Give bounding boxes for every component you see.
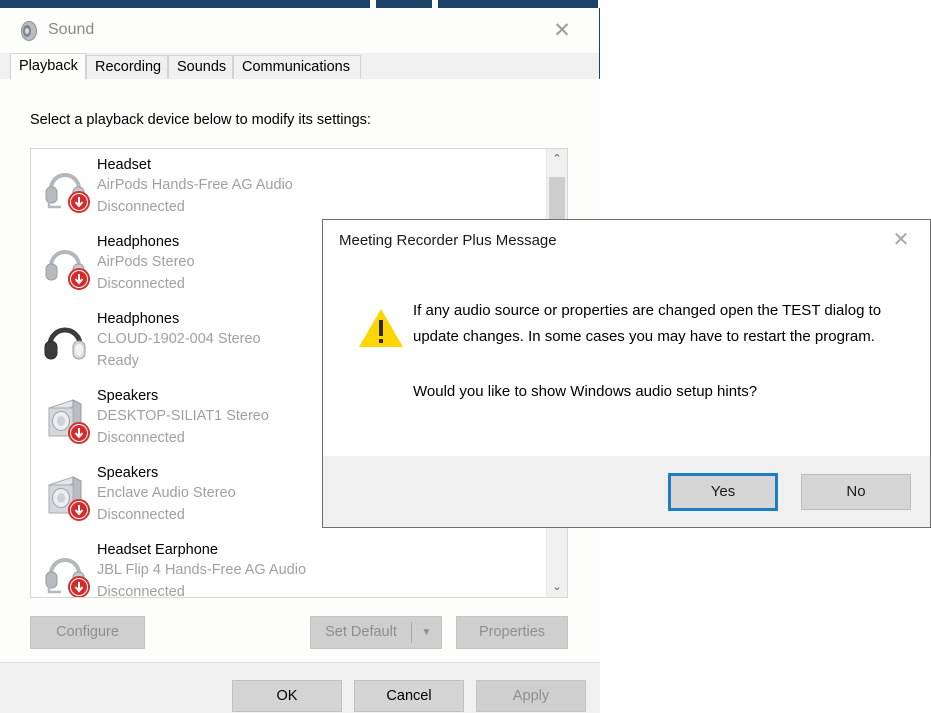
yes-button[interactable]: Yes: [668, 473, 778, 511]
device-description: AirPods Stereo: [97, 254, 195, 270]
message-dialog: Meeting Recorder Plus Message ✕ If any a…: [322, 219, 931, 528]
message-dialog-footer: Yes No: [323, 456, 930, 527]
device-status: Disconnected: [97, 507, 185, 523]
set-default-split-button[interactable]: Set Default ▼: [310, 616, 442, 649]
ok-button[interactable]: OK: [232, 680, 342, 712]
device-status: Disconnected: [97, 276, 185, 292]
message-paragraph-1: If any audio source or properties are ch…: [413, 302, 882, 345]
scroll-down-icon[interactable]: ⌄: [547, 577, 567, 597]
device-description: JBL Flip 4 Hands-Free AG Audio: [97, 562, 307, 578]
sound-titlebar: Sound ✕: [0, 8, 599, 53]
set-default-button[interactable]: Set Default: [311, 617, 411, 648]
device-description: Enclave Audio Stereo: [97, 485, 236, 501]
background-window-gap: [432, 0, 438, 8]
device-name: Headset Earphone: [97, 542, 218, 558]
configure-button[interactable]: Configure: [30, 616, 145, 649]
device-name: Speakers: [97, 388, 159, 404]
background-window-gap: [370, 0, 376, 8]
message-dialog-title: Meeting Recorder Plus Message: [339, 232, 557, 249]
scrollbar-thumb[interactable]: [549, 177, 565, 225]
warning-triangle-icon: [359, 309, 403, 347]
apply-button[interactable]: Apply: [476, 680, 586, 712]
background-window-titlebar: [0, 0, 598, 8]
no-button[interactable]: No: [801, 474, 911, 510]
tab-playback[interactable]: Playback: [10, 53, 86, 80]
device-name: Headphones: [97, 311, 180, 327]
headphones-disconnected-icon: [45, 250, 90, 290]
headphones-ready-icon: [44, 327, 86, 360]
screen: Sound ✕ Playback Recording Sounds Commun…: [0, 0, 931, 713]
properties-button[interactable]: Properties: [456, 616, 568, 649]
headset-disconnected-icon: [45, 558, 90, 597]
tab-recording[interactable]: Recording: [86, 55, 168, 79]
sound-dialog-footer: OK Cancel Apply: [0, 662, 600, 713]
list-item[interactable]: Headset Earphone JBL Flip 4 Hands-Free A…: [31, 540, 541, 598]
close-icon[interactable]: ✕: [882, 226, 920, 254]
device-description: DESKTOP-SILIAT1 Stereo: [97, 408, 269, 424]
speakers-disconnected-icon: [47, 399, 90, 444]
device-name: Headset: [97, 157, 152, 173]
tab-sounds[interactable]: Sounds: [168, 55, 233, 79]
headset-disconnected-icon: [45, 173, 90, 213]
device-description: CLOUD-1902-004 Stereo: [97, 331, 261, 347]
device-description: AirPods Hands-Free AG Audio: [97, 177, 293, 193]
scroll-up-icon[interactable]: ⌃: [547, 149, 567, 169]
speakers-disconnected-icon: [47, 476, 90, 521]
device-name: Headphones: [97, 234, 180, 250]
device-status: Disconnected: [97, 430, 185, 446]
device-status: Ready: [97, 353, 139, 369]
message-dialog-titlebar: Meeting Recorder Plus Message ✕: [323, 220, 930, 262]
message-paragraph-2: Would you like to show Windows audio set…: [413, 383, 758, 400]
tab-bar: Playback Recording Sounds Communications: [0, 53, 599, 80]
instruction-label: Select a playback device below to modify…: [30, 112, 371, 128]
device-status: Disconnected: [97, 199, 185, 215]
window-title: Sound: [48, 21, 95, 38]
close-icon[interactable]: ✕: [547, 18, 577, 44]
device-status: Disconnected: [97, 584, 185, 598]
chevron-down-icon[interactable]: ▼: [412, 617, 441, 648]
message-dialog-body: If any audio source or properties are ch…: [323, 262, 930, 456]
tab-communications[interactable]: Communications: [233, 55, 361, 79]
speaker-icon: [21, 21, 37, 41]
device-name: Speakers: [97, 465, 159, 481]
cancel-button[interactable]: Cancel: [354, 680, 464, 712]
